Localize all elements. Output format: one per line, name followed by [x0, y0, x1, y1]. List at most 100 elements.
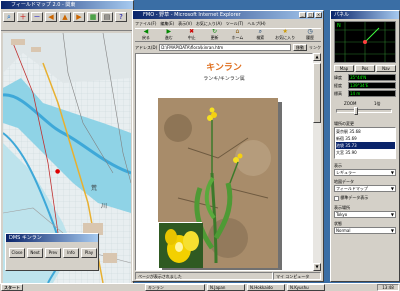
address-input[interactable]: D:\FMAP\DATA\flora\kinran.htm — [159, 44, 291, 51]
readout-value-alt: 14 m — [348, 90, 396, 97]
menu-edit[interactable]: 編集(E) — [160, 20, 174, 27]
flower-closeup-inset — [158, 222, 203, 268]
print-icon[interactable]: ▤ — [101, 12, 113, 22]
status-zone: マイ コンピュータ — [273, 272, 321, 280]
list-item[interactable]: 大宮 35.90 — [336, 149, 395, 156]
browser-vscrollbar[interactable]: ▲ ▼ — [313, 53, 321, 271]
map-window-title: フィールドマップ 2.0 - 関東 — [11, 2, 76, 8]
menu-favorites[interactable]: お気に入り(A) — [196, 20, 222, 27]
compass-grid — [335, 22, 395, 62]
search-button[interactable]: ⌕ 検索 — [249, 29, 271, 41]
compass-value: N — [337, 23, 341, 29]
back-button[interactable]: ◀ 戻る — [135, 29, 157, 41]
plant-photo — [158, 98, 278, 268]
location-marker[interactable]: ● — [55, 168, 60, 175]
scroll-thumb[interactable] — [313, 63, 321, 123]
readout-value-lat: 35°44'N — [348, 74, 396, 81]
map-window-titlebar[interactable]: フィールドマップ 2.0 - 関東 — [1, 1, 133, 9]
list-item[interactable]: 池袋 35.73 — [336, 142, 395, 149]
address-label: アドレス(D) — [135, 44, 158, 50]
scroll-down-arrow[interactable]: ▼ — [313, 263, 321, 271]
close-button[interactable]: Close — [9, 248, 25, 258]
chevron-down-icon: ▼ — [390, 228, 394, 233]
chevron-down-icon: ▼ — [390, 170, 394, 175]
start-button[interactable]: スタート — [1, 284, 23, 291]
zoom-row: ZOOM 1倍 — [334, 101, 396, 119]
scroll-up-arrow[interactable]: ▲ — [313, 53, 321, 61]
browser-statusbar: ページが表示されました マイ コンピュータ — [135, 272, 321, 280]
search-select[interactable]: Tokyo ▼ — [334, 211, 396, 218]
prev-button[interactable]: Prev — [45, 248, 61, 258]
address-bar: アドレス(D) D:\FMAP\DATA\flora\kinran.htm 移動… — [135, 43, 321, 52]
browser-title: FMO - 野草 - Microsoft Internet Explorer — [143, 12, 241, 18]
places-list[interactable]: 東京駅 35.68 新宿 35.69 池袋 35.73 大宮 35.90 — [334, 127, 396, 159]
taskbar-item[interactable]: N.Japan — [207, 284, 245, 291]
zoom-value: 1倍 — [374, 101, 381, 106]
menu-help[interactable]: ヘルプ(H) — [247, 20, 265, 27]
arrow-left-icon[interactable]: ◀ — [45, 12, 57, 22]
readout-label-lat: 緯度 — [334, 75, 342, 80]
forward-button[interactable]: ▶ 進む — [158, 29, 180, 41]
stop-button[interactable]: ✖ 中止 — [181, 29, 203, 41]
view-select[interactable]: レギュラー ▼ — [334, 169, 396, 176]
browser-window: FMO - 野草 - Microsoft Internet Explorer _… — [132, 10, 324, 282]
standard-data-checkbox[interactable] — [334, 195, 339, 201]
browser-viewport: キンラン ランキ/キンラン属 — [135, 53, 313, 271]
list-item[interactable]: 新宿 35.69 — [336, 135, 395, 142]
search-icon[interactable]: ⌕ — [3, 12, 15, 22]
minimize-button[interactable]: _ — [299, 12, 306, 18]
zoom-slider[interactable] — [336, 109, 392, 113]
status-select[interactable]: Normal ▼ — [334, 227, 396, 234]
readouts: 緯度 35°44'N 経度 139°34'E 標高 14 m — [334, 74, 396, 97]
standard-data-checkbox-row[interactable]: 標準データ表示 — [334, 195, 368, 201]
tab-pos[interactable]: Pos — [355, 65, 375, 72]
refresh-button[interactable]: ↻ 更新 — [204, 29, 226, 41]
tab-map[interactable]: Map — [334, 65, 354, 72]
zoom-in-icon[interactable]: ＋ — [17, 12, 29, 22]
links-label[interactable]: リンク — [309, 45, 321, 51]
chevron-down-icon: ▼ — [390, 212, 394, 217]
taskbar-item[interactable]: N.Kyushu — [287, 284, 325, 291]
readout-label-lon: 経度 — [334, 83, 342, 88]
panel-tabs: Map Pos Nav — [334, 65, 396, 72]
go-button[interactable]: 移動 — [293, 44, 307, 51]
favorites-button[interactable]: ★ お気に入り — [272, 29, 298, 41]
help-icon[interactable]: ? — [115, 12, 127, 22]
control-panel-titlebar[interactable]: パネル — [331, 11, 399, 19]
close-window-button[interactable]: × — [315, 12, 322, 18]
kinran-dialog: DMS キンラン Close Next Prev Info Play — [5, 233, 99, 271]
chevron-down-icon: ▼ — [390, 186, 394, 191]
menu-tools[interactable]: ツール(T) — [226, 20, 244, 27]
history-button[interactable]: ◷ 履歴 — [299, 29, 321, 41]
arrow-right-icon[interactable]: ▶ — [73, 12, 85, 22]
layer-icon[interactable]: ▦ — [87, 12, 99, 22]
map-label-ara: 荒 — [91, 185, 98, 192]
zoom-out-icon[interactable]: － — [31, 12, 43, 22]
map-window: フィールドマップ 2.0 - 関東 ⌕ ＋ － ◀ ▲ ▶ ▦ ▤ ? 荒 川 … — [0, 0, 134, 284]
taskbar-item[interactable]: N.Hokkaido — [247, 284, 285, 291]
page-title: キンラン — [206, 63, 242, 73]
taskbar-item[interactable]: キンラン — [145, 284, 205, 291]
compass-box[interactable]: N — [334, 21, 396, 63]
flower-closeup-image — [159, 223, 203, 268]
map-label-kawa: 川 — [101, 203, 108, 210]
next-button[interactable]: Next — [27, 248, 43, 258]
arrow-up-icon[interactable]: ▲ — [59, 12, 71, 22]
tab-nav[interactable]: Nav — [376, 65, 396, 72]
browser-titlebar[interactable]: FMO - 野草 - Microsoft Internet Explorer _… — [133, 11, 323, 19]
browser-menubar: ファイル(F) 編集(E) 表示(V) お気に入り(A) ツール(T) ヘルプ(… — [135, 20, 266, 27]
menu-file[interactable]: ファイル(F) — [135, 20, 156, 27]
home-button[interactable]: ⌂ ホーム — [227, 29, 249, 41]
info-button[interactable]: Info — [63, 248, 79, 258]
map-toolbar: ⌕ ＋ － ◀ ▲ ▶ ▦ ▤ ? — [1, 9, 133, 31]
data-select[interactable]: フィールドマップ ▼ — [334, 185, 396, 192]
menu-view[interactable]: 表示(V) — [178, 20, 192, 27]
readout-label-alt: 標高 — [334, 91, 342, 96]
page-subtitle: ランキ/キンラン属 — [203, 76, 245, 82]
readout-value-lon: 139°34'E — [348, 82, 396, 89]
kinran-dialog-titlebar[interactable]: DMS キンラン — [6, 234, 98, 242]
maximize-button[interactable]: □ — [307, 12, 314, 18]
play-button[interactable]: Play — [81, 248, 97, 258]
list-item[interactable]: 東京駅 35.68 — [336, 128, 395, 135]
zoom-slider-thumb[interactable] — [354, 107, 358, 115]
